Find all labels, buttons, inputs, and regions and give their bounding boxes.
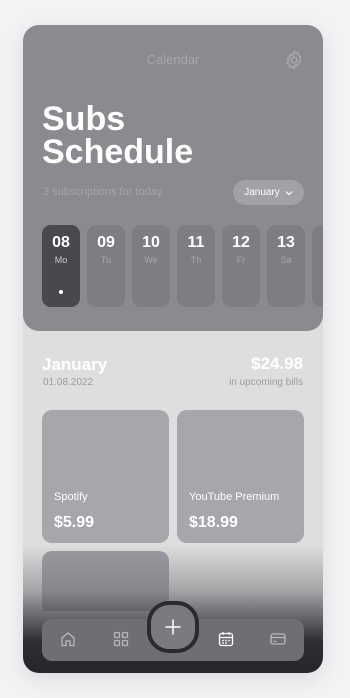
- day-weekday: Fr: [236, 255, 246, 265]
- day-item[interactable]: 10 We: [132, 225, 170, 307]
- day-item[interactable]: 12 Fr: [222, 225, 260, 307]
- summary-amount: $24.98: [251, 354, 303, 373]
- day-item[interactable]: 13 Sa: [267, 225, 305, 307]
- page-title: Subs Schedule: [42, 100, 194, 171]
- day-number: 11: [187, 234, 205, 251]
- subscriptions-count: 3 subscriptions for today: [43, 186, 163, 198]
- screen-title: Calendar: [146, 52, 200, 67]
- day-item[interactable]: 14 Su: [312, 225, 323, 307]
- day-weekday: Th: [190, 255, 202, 265]
- selected-day-dot: [59, 290, 63, 294]
- phone-screen: Calendar Subs Schedule 3 subscriptions f…: [23, 25, 323, 673]
- plus-icon: [165, 619, 181, 635]
- subscription-price: $18.99: [189, 514, 238, 531]
- day-number: 12: [232, 234, 250, 251]
- month-dropdown[interactable]: January: [233, 180, 304, 205]
- day-number: 14: [312, 234, 323, 252]
- day-weekday: Su: [312, 255, 323, 265]
- title-line-1: Subs: [42, 100, 126, 138]
- gear-icon[interactable]: [283, 49, 305, 71]
- day-number: 08: [52, 234, 70, 251]
- subscription-name: Spotify: [54, 491, 88, 503]
- header-panel: Calendar Subs Schedule 3 subscriptions f…: [23, 25, 323, 331]
- title-line-2: Schedule: [42, 133, 194, 171]
- summary-month: January: [42, 355, 108, 374]
- summary-date: 01.08.2022: [43, 377, 94, 388]
- month-dropdown-label: January: [244, 187, 280, 198]
- day-number: 09: [97, 234, 115, 251]
- card-icon[interactable]: [269, 630, 287, 648]
- summary-amount-label: in upcoming bills: [229, 377, 303, 388]
- chevron-down-icon: [285, 190, 293, 195]
- subscription-card[interactable]: YouTube Premium $18.99: [177, 410, 304, 543]
- day-number: 10: [142, 234, 160, 251]
- day-item[interactable]: 11 Th: [177, 225, 215, 307]
- home-icon[interactable]: [59, 630, 77, 648]
- day-weekday: We: [144, 255, 158, 265]
- subscription-name: YouTube Premium: [189, 491, 280, 503]
- add-subscription-button[interactable]: [147, 601, 199, 653]
- day-strip: 08 Mo 09 Tu 10 We 11 Th 12 Fr 13 Sa: [42, 225, 323, 307]
- subscription-price: $5.99: [54, 514, 95, 531]
- day-number: 13: [277, 234, 295, 251]
- day-weekday: Mo: [54, 255, 68, 265]
- day-item[interactable]: 08 Mo: [42, 225, 80, 307]
- subscription-card[interactable]: Spotify $5.99: [42, 410, 169, 543]
- day-weekday: Sa: [280, 255, 292, 265]
- day-item[interactable]: 09 Tu: [87, 225, 125, 307]
- day-weekday: Tu: [100, 255, 112, 265]
- calendar-icon[interactable]: [217, 630, 235, 648]
- grid-icon[interactable]: [112, 630, 130, 648]
